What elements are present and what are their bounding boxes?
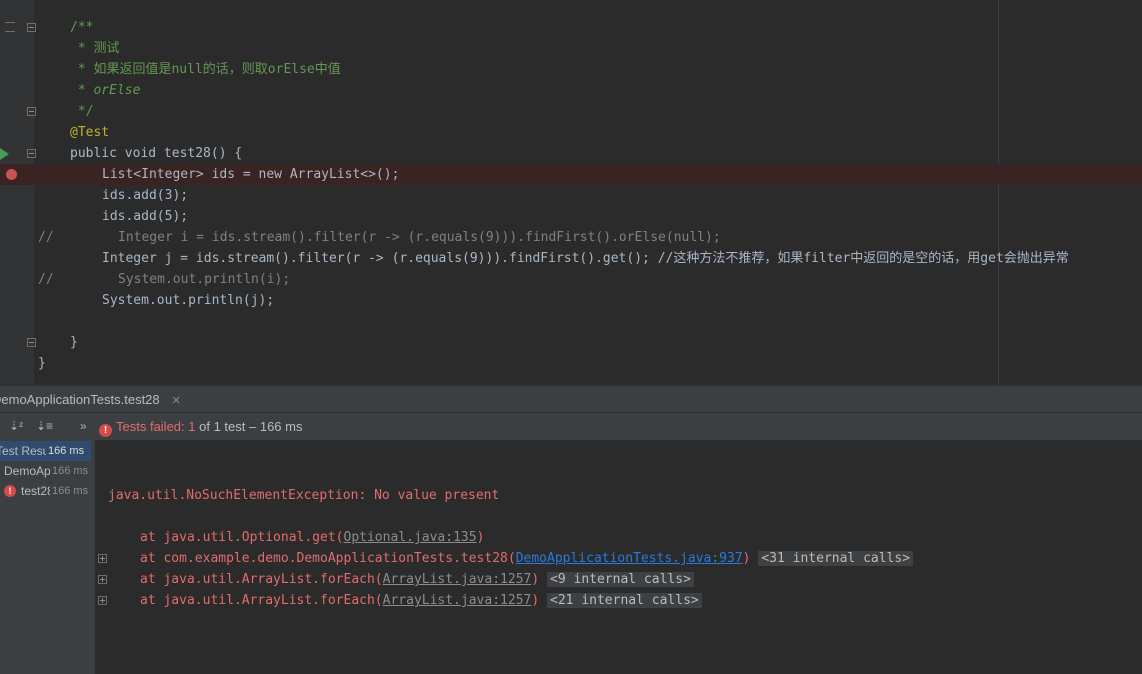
source-link[interactable]: ArrayList.java:1257: [383, 572, 532, 587]
frame-suffix: ): [531, 572, 540, 587]
sort-alphabetically-icon[interactable]: ⇣ᶻ: [9, 418, 23, 434]
tree-item-label: test28: [21, 484, 50, 498]
code-text: System.out.println(i);: [118, 272, 291, 287]
code-text: ids.add(3);: [102, 188, 189, 203]
tree-item-test[interactable]: ! test28 166 ms: [0, 481, 95, 501]
code-text: * 测试: [70, 41, 120, 56]
tree-item-duration: 166 ms: [52, 465, 89, 477]
tree-item-label: DemoApplicationTests: [4, 464, 50, 478]
code-line: public void test28() {: [0, 143, 1142, 164]
tree-item-test-results[interactable]: Test Results 166 ms: [0, 441, 91, 461]
code-line: }: [0, 353, 1142, 374]
tree-item-label: Test Results: [0, 444, 46, 458]
code-line-breakpoint: List<Integer> ids = new ArrayList<>();: [0, 164, 1142, 185]
error-icon: !: [99, 424, 112, 437]
run-tab-title: DemoApplicationTests.test28: [0, 392, 160, 407]
code-line: * orElse: [0, 80, 1142, 101]
code-text: */: [70, 104, 94, 119]
source-link[interactable]: ArrayList.java:1257: [383, 593, 532, 608]
run-tab-bar: DemoApplicationTests.test28 ✕: [0, 385, 1142, 413]
close-icon[interactable]: ✕: [172, 395, 181, 407]
code-text: List<Integer> ids = new ArrayList<>();: [102, 167, 400, 182]
sort-by-duration-icon[interactable]: ⇣≡: [36, 418, 53, 434]
code-text: Integer j = ids.stream().filter(r -> (r.…: [102, 251, 1069, 266]
expand-icon[interactable]: [98, 596, 107, 605]
stack-frame: at java.util.ArrayList.forEach(ArrayList…: [140, 590, 702, 611]
comment-marker: //: [38, 272, 54, 287]
test-failed-icon: !: [4, 485, 16, 497]
code-line: // Integer i = ids.stream().filter(r -> …: [0, 227, 1142, 248]
stack-frame: at java.util.ArrayList.forEach(ArrayList…: [140, 569, 694, 590]
internal-calls-badge[interactable]: <21 internal calls>: [547, 593, 702, 608]
stack-frame: at java.util.Optional.get(Optional.java:…: [140, 527, 484, 548]
frame-text: at com.example.demo.DemoApplicationTests…: [140, 551, 516, 566]
code-line: }: [0, 332, 1142, 353]
frame-text: at java.util.ArrayList.forEach(: [140, 593, 383, 608]
code-line: ids.add(5);: [0, 206, 1142, 227]
code-line: * 测试: [0, 38, 1142, 59]
frame-suffix: ): [531, 593, 540, 608]
frame-text: at java.util.Optional.get(: [140, 530, 344, 545]
tree-item-class[interactable]: DemoApplicationTests 166 ms: [0, 461, 95, 481]
run-tab[interactable]: DemoApplicationTests.test28 ✕: [0, 386, 189, 413]
internal-calls-badge[interactable]: <31 internal calls>: [758, 551, 914, 566]
source-link[interactable]: Optional.java:135: [344, 530, 477, 545]
code-line: @Test: [0, 122, 1142, 143]
tree-item-duration: 166 ms: [48, 445, 85, 457]
code-line: ids.add(3);: [0, 185, 1142, 206]
code-editor[interactable]: /** * 测试 * 如果返回值是null的话，则取orElse中值 * orE…: [0, 0, 1142, 385]
console-output[interactable]: java.util.NoSuchElementException: No val…: [96, 440, 1142, 674]
failed-count: 1: [188, 419, 196, 434]
expand-icon[interactable]: [98, 554, 107, 563]
code-text: Integer i = ids.stream().filter(r -> (r.…: [118, 230, 721, 245]
code-text: * 如果返回值是null的话，则取orElse中值: [70, 62, 341, 77]
breakpoint-icon[interactable]: [6, 169, 17, 180]
status-label: Tests failed:: [116, 419, 185, 434]
code-text: }: [70, 335, 78, 350]
expand-icon[interactable]: [98, 575, 107, 584]
code-line: // System.out.println(i);: [0, 269, 1142, 290]
code-text: /**: [70, 20, 94, 35]
code-text: public void test28() {: [70, 146, 243, 161]
code-line: /**: [0, 17, 1142, 38]
internal-calls-badge[interactable]: <9 internal calls>: [547, 572, 694, 587]
exception-message: java.util.NoSuchElementException: No val…: [108, 488, 500, 503]
code-line: Integer j = ids.stream().filter(r -> (r.…: [0, 248, 1142, 269]
frame-text: at java.util.ArrayList.forEach(: [140, 572, 383, 587]
code-text: ids.add(5);: [102, 209, 189, 224]
code-text: }: [38, 356, 46, 371]
stack-frame: at com.example.demo.DemoApplicationTests…: [140, 548, 914, 569]
code-line: * 如果返回值是null的话，则取orElse中值: [0, 59, 1142, 80]
code-text: System.out.println(j);: [102, 293, 275, 308]
test-toolbar: ⇣ᶻ ⇣≡ » ! Tests failed: 1 of 1 test – 166…: [0, 412, 1142, 441]
status-summary: of 1 test – 166 ms: [199, 419, 303, 434]
comment-marker: //: [38, 230, 54, 245]
frame-suffix: ): [742, 551, 751, 566]
frame-suffix: ): [476, 530, 485, 545]
code-line: System.out.println(j);: [0, 290, 1142, 311]
source-link[interactable]: DemoApplicationTests.java:937: [516, 551, 743, 566]
code-line: */: [0, 101, 1142, 122]
test-status: ! Tests failed: 1 of 1 test – 166 ms: [99, 413, 302, 440]
test-results-tree[interactable]: Test Results 166 ms DemoApplicationTests…: [0, 440, 96, 674]
code-text: @Test: [70, 125, 110, 140]
expand-toolbar-icon[interactable]: »: [80, 418, 87, 434]
tree-item-duration: 166 ms: [52, 485, 89, 497]
code-text: * orElse: [70, 83, 141, 98]
